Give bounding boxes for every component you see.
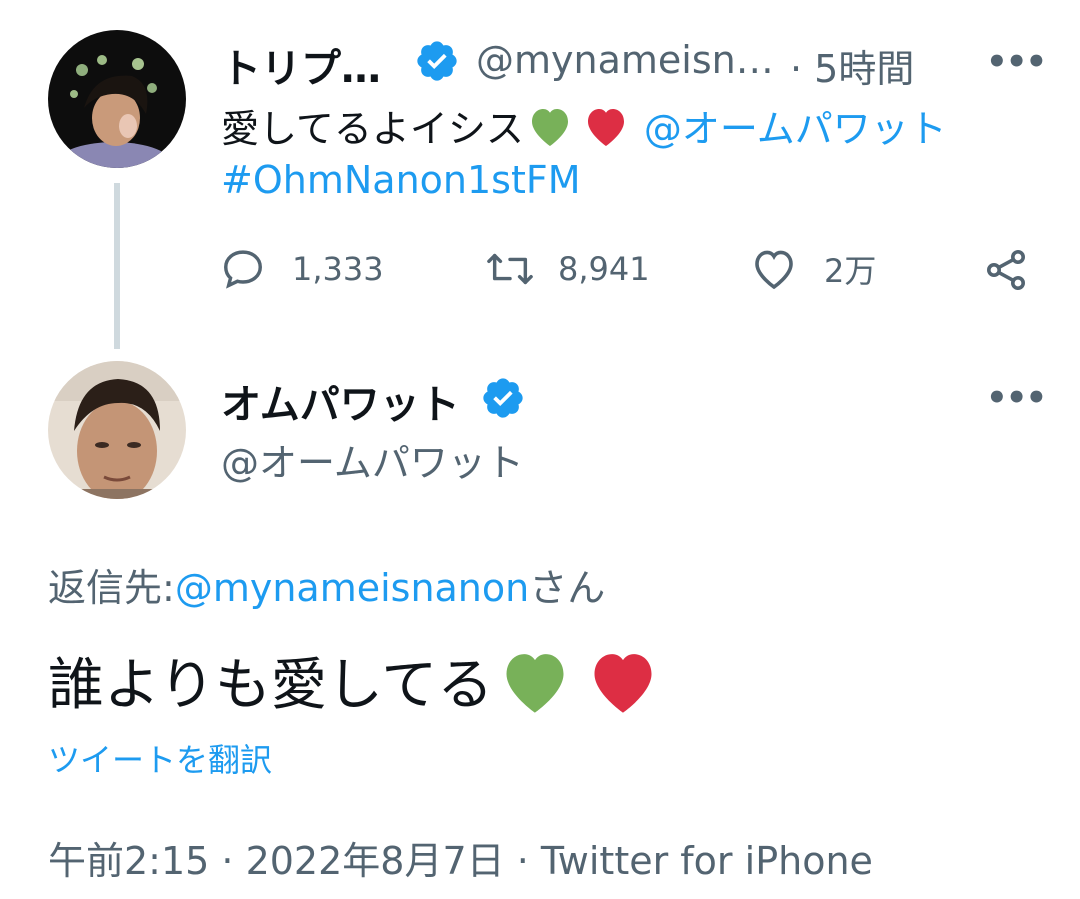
- tweet1-handle[interactable]: @mynameisn…: [476, 38, 774, 82]
- heart-outline-icon: [750, 246, 798, 292]
- avatar-tweet1[interactable]: [48, 30, 186, 168]
- comment-bubble-icon: [220, 246, 266, 292]
- avatar-tweet2[interactable]: [48, 361, 186, 499]
- heart-green-icon: [526, 104, 574, 148]
- retweet-action[interactable]: 8,941: [484, 246, 650, 292]
- tweet1-text: 愛してるよイシス: [221, 107, 524, 151]
- tweet2-text-line: 誰よりも愛してる: [48, 640, 661, 721]
- tweet1-text-line: 愛してるよイシス @オームパワット: [221, 98, 947, 153]
- replying-to-prefix: 返信先:: [48, 566, 175, 610]
- share-icon[interactable]: [982, 246, 1030, 294]
- verified-badge-icon: [480, 375, 526, 421]
- like-count: 2万: [824, 252, 877, 290]
- retweet-count: 8,941: [558, 250, 650, 288]
- tweet2-more-button[interactable]: •••: [986, 378, 1047, 418]
- replying-to: 返信先:@mynameisnanonさん: [48, 557, 605, 612]
- heart-red-icon: [585, 646, 661, 716]
- reply-action[interactable]: 1,333: [220, 246, 384, 292]
- verified-badge-icon: [414, 38, 460, 84]
- tweet1-mention-link[interactable]: @オームパワット: [644, 98, 947, 153]
- tweet1-hashtag-link[interactable]: #OhmNanon1stFM: [221, 158, 581, 202]
- tweet2-display-name[interactable]: オムパワット: [221, 372, 460, 430]
- translate-tweet-link[interactable]: ツイートを翻訳: [48, 735, 272, 781]
- heart-red-icon: [582, 104, 630, 148]
- tweet1-time[interactable]: · 5時間: [790, 38, 914, 93]
- replying-to-suffix: さん: [529, 566, 606, 610]
- tweet1-display-name[interactable]: トリプ…: [221, 36, 381, 94]
- thread-connector-line: [114, 183, 120, 349]
- retweet-icon: [484, 246, 536, 292]
- tweet2-handle[interactable]: @オームパワット: [221, 432, 524, 487]
- tweet1-more-button[interactable]: •••: [986, 42, 1047, 82]
- tweet2-text: 誰よりも愛してる: [48, 653, 494, 718]
- heart-green-icon: [497, 646, 573, 716]
- tweet-timestamp[interactable]: 午前2:15 · 2022年8月7日 · Twitter for iPhone: [48, 830, 873, 885]
- like-action[interactable]: 2万: [750, 246, 876, 292]
- replying-to-mention-link[interactable]: @mynameisnanon: [175, 566, 529, 610]
- reply-count: 1,333: [292, 250, 384, 288]
